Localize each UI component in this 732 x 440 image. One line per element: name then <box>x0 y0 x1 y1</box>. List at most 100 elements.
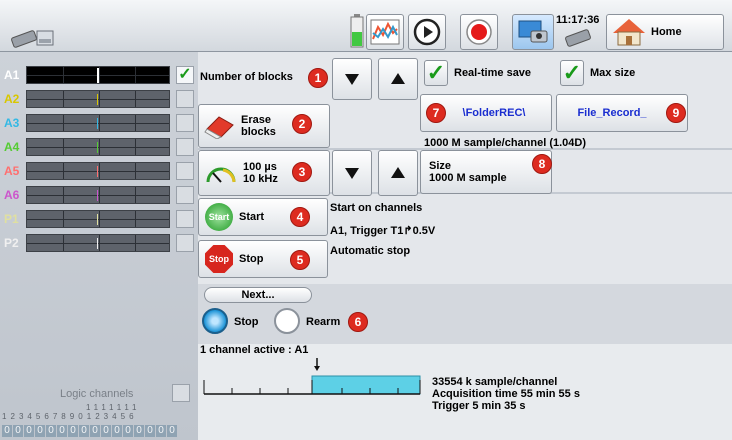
next-button[interactable]: Next... <box>204 287 312 303</box>
disk-icon[interactable] <box>36 30 54 46</box>
trigger-time: Trigger 5 min 35 s <box>432 400 526 412</box>
checkmark-icon: ✓ <box>178 66 192 83</box>
acquisition-time: Acquisition time 55 min 55 s <box>432 388 580 400</box>
stop-sign-icon: Stop <box>205 245 233 273</box>
clock-time: 11:17:36 <box>556 14 600 26</box>
channel-enable-checkbox[interactable]: ✓ <box>176 66 194 84</box>
logic-digit: 0 <box>24 425 34 437</box>
trigger-description: A1, Trigger T1↱0.5V <box>330 225 436 237</box>
channel-trace[interactable] <box>26 234 170 252</box>
file-name: File_Record_ <box>577 107 647 119</box>
battery-icon <box>350 14 364 48</box>
channel-trace[interactable] <box>26 90 170 108</box>
size-label: Size <box>429 160 452 172</box>
rearm-radio[interactable] <box>274 308 300 334</box>
logic-digit: 0 <box>134 425 144 437</box>
trace-marker <box>97 94 98 105</box>
logic-digit-row: 0000000000000000 <box>2 424 178 437</box>
chart-view-button[interactable] <box>366 14 404 50</box>
logic-digit: 0 <box>167 425 177 437</box>
channel-enable-checkbox[interactable] <box>176 90 194 108</box>
channel-trace[interactable] <box>26 114 170 132</box>
channel-name: A4 <box>4 140 20 154</box>
channel-row-a1[interactable]: A1 ✓ <box>0 64 198 86</box>
blocks-decrease-button[interactable] <box>332 58 372 100</box>
play-button[interactable] <box>408 14 446 50</box>
monitor-camera-icon <box>518 20 548 43</box>
erase-blocks-label: Erase blocks <box>241 114 276 138</box>
badge-3: 3 <box>292 162 312 182</box>
automatic-stop-label: Automatic stop <box>330 245 411 257</box>
period-value: 100 µs <box>243 161 277 173</box>
channel-row-p1[interactable]: P1 <box>0 208 198 230</box>
badge-1: 1 <box>308 68 328 88</box>
start-label: Start <box>239 211 265 223</box>
channel-row-p2[interactable]: P2 <box>0 232 198 254</box>
gauge-icon <box>206 167 236 183</box>
rate-increase-button[interactable] <box>378 150 418 196</box>
blocks-increase-button[interactable] <box>378 58 418 100</box>
next-label: Next... <box>241 289 275 301</box>
trace-marker <box>97 190 98 201</box>
record-button[interactable] <box>460 14 498 50</box>
checkmark-icon: ✓ <box>426 60 446 85</box>
checkmark-icon: ✓ <box>562 60 582 85</box>
channel-panel: A1 ✓ A2 A3 A4 A5 A6 P1 P2 Logic channels 1 1 1 1… <box>0 52 198 440</box>
home-button[interactable]: Home <box>606 14 724 50</box>
logic-channels-label: Logic channels <box>60 388 134 400</box>
channel-trace[interactable] <box>26 186 170 204</box>
trace-marker <box>97 214 98 225</box>
channel-name: A6 <box>4 188 20 202</box>
logic-digit: 0 <box>156 425 166 437</box>
badge-4: 4 <box>290 207 310 227</box>
channel-row-a3[interactable]: A3 <box>0 112 198 134</box>
number-of-blocks-label: Number of blocks <box>200 71 293 83</box>
channel-enable-checkbox[interactable] <box>176 210 194 228</box>
channel-row-a4[interactable]: A4 <box>0 136 198 158</box>
realtime-save-checkbox[interactable]: ✓ <box>424 60 448 86</box>
active-channels-status: 1 channel active : A1 <box>200 344 309 356</box>
badge-6: 6 <box>348 312 368 332</box>
channel-name: P1 <box>4 212 19 226</box>
screen-capture-button[interactable] <box>512 14 554 50</box>
record-icon <box>466 19 492 45</box>
start-icon: Start <box>205 203 233 231</box>
trace-marker <box>97 68 99 83</box>
channel-enable-checkbox[interactable] <box>176 162 194 180</box>
logic-digit: 0 <box>112 425 122 437</box>
channel-trace[interactable] <box>26 162 170 180</box>
logic-digit: 0 <box>123 425 133 437</box>
channel-enable-checkbox[interactable] <box>176 186 194 204</box>
home-label: Home <box>651 26 682 38</box>
home-icon <box>613 19 645 46</box>
rearm-radio-label: Rearm <box>306 316 341 328</box>
up-arrow-icon <box>391 167 405 178</box>
trace-marker <box>97 118 98 129</box>
logic-tens-row: 1 1 1 1 1 1 1 <box>86 403 137 412</box>
top-toolbar: 11:17:36 Home <box>0 0 732 52</box>
logic-digit: 0 <box>90 425 100 437</box>
logic-channels-checkbox[interactable] <box>172 384 190 402</box>
channel-row-a6[interactable]: A6 <box>0 184 198 206</box>
logic-units-row: 1 2 3 4 5 6 7 8 9 0 1 2 3 4 5 6 <box>2 412 135 421</box>
stop-radio-label: Stop <box>234 316 259 328</box>
channel-row-a2[interactable]: A2 <box>0 88 198 110</box>
channel-enable-checkbox[interactable] <box>176 114 194 132</box>
frequency-value: 10 kHz <box>243 173 278 185</box>
size-button[interactable]: Size 1000 M sample <box>420 150 552 194</box>
max-size-checkbox[interactable]: ✓ <box>560 60 584 86</box>
sample-info: 1000 M sample/channel (1.04D) <box>424 137 587 149</box>
channel-trace[interactable] <box>26 138 170 156</box>
stop-radio[interactable] <box>202 308 228 334</box>
logic-digit: 0 <box>68 425 78 437</box>
badge-7: 7 <box>426 103 446 123</box>
channel-trace[interactable] <box>26 210 170 228</box>
channel-enable-checkbox[interactable] <box>176 234 194 252</box>
rate-decrease-button[interactable] <box>332 150 372 196</box>
channel-trace[interactable] <box>26 66 170 84</box>
channel-row-a5[interactable]: A5 <box>0 160 198 182</box>
channel-enable-checkbox[interactable] <box>176 138 194 156</box>
channel-name: A5 <box>4 164 20 178</box>
eraser-icon <box>204 116 234 139</box>
logic-digit: 0 <box>35 425 45 437</box>
